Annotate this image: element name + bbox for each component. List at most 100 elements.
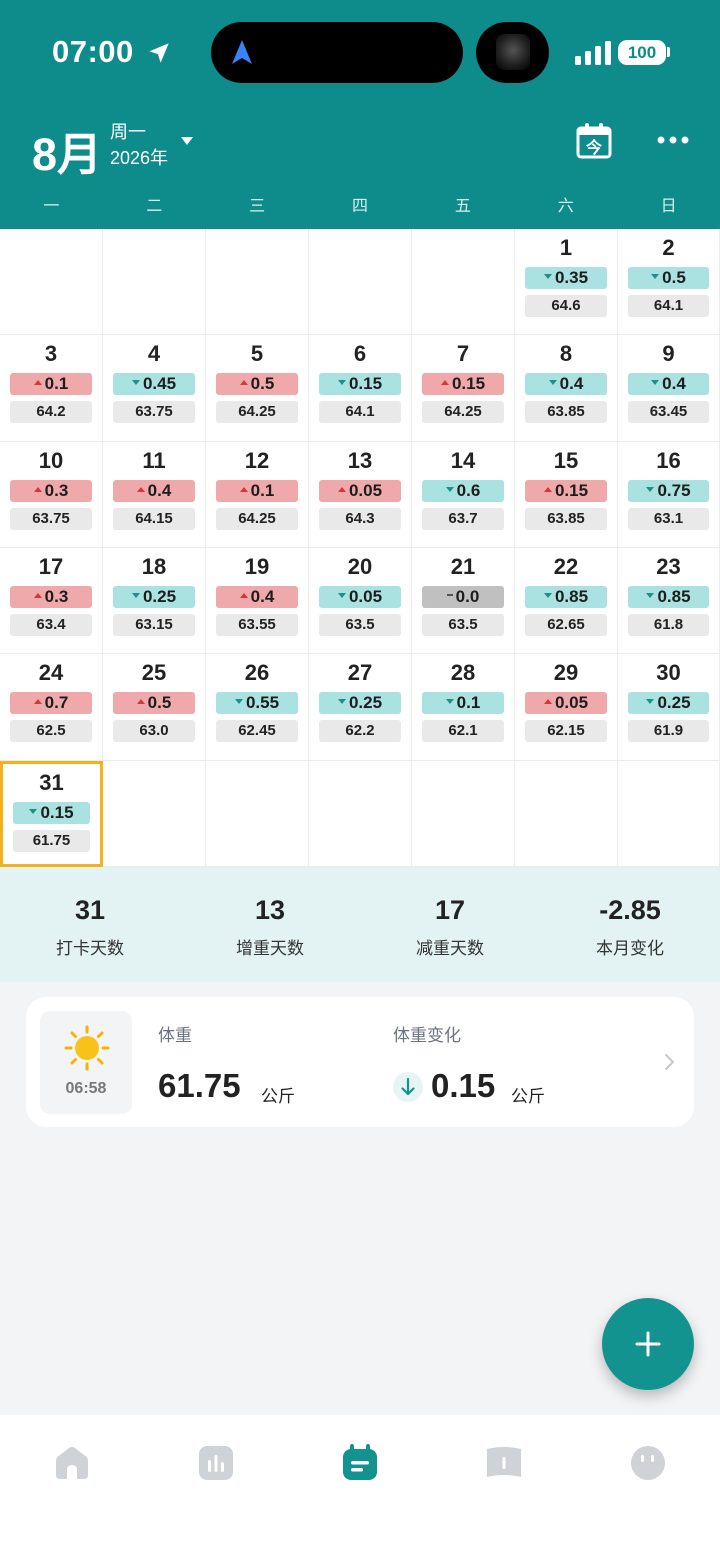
chart-icon[interactable]	[196, 1443, 236, 1483]
triangle-down-icon	[234, 699, 243, 705]
weight-record-card[interactable]: 06:58 体重 体重变化 61.75 公斤 0.15 公斤	[26, 997, 694, 1127]
day-change-value: 0.15	[348, 374, 383, 393]
calendar-grid: 1 0.35 64.6 2 0.5 64.1 3 0.1 64.2 4 0.45 63.75 5 0.5 6…	[0, 229, 720, 867]
calendar-day-27[interactable]: 27 0.25 62.2	[309, 654, 412, 761]
calendar-day-3[interactable]: 3 0.1 64.2	[0, 335, 103, 442]
chevron-right-icon[interactable]	[664, 1053, 676, 1071]
calendar-day-23[interactable]: 23 0.85 61.8	[618, 548, 720, 654]
calendar-day-1[interactable]: 1 0.35 64.6	[515, 229, 618, 335]
day-weight: 64.25	[216, 401, 298, 423]
day-number: 4	[147, 341, 161, 366]
day-change-badge: 0.4	[216, 586, 298, 608]
calendar-day-20[interactable]: 20 0.05 63.5	[309, 548, 412, 654]
weekday-thu: 四	[352, 198, 369, 215]
day-weight: 63.55	[216, 614, 298, 636]
calendar-today-icon[interactable]: 今	[575, 122, 613, 160]
calendar-day-28[interactable]: 28 0.1 62.1	[412, 654, 515, 761]
day-change-badge: 0.75	[628, 480, 709, 502]
bottom-tab-bar	[0, 1415, 720, 1564]
day-change-badge: 0.85	[628, 586, 709, 608]
calendar-day-5[interactable]: 5 0.5 64.25	[206, 335, 309, 442]
sun-icon	[64, 1025, 110, 1071]
record-time-box: 06:58	[40, 1011, 132, 1114]
calendar-icon[interactable]	[340, 1443, 380, 1483]
battery-indicator: 100	[618, 40, 666, 65]
day-change-value: 0.85	[657, 587, 691, 606]
triangle-down-icon	[548, 380, 557, 386]
day-change-badge: 0.05	[319, 586, 401, 608]
weekday-sat: 六	[557, 198, 574, 215]
calendar-day-19[interactable]: 19 0.4 63.55	[206, 548, 309, 654]
weekday-label[interactable]: 周一	[110, 118, 146, 144]
weekday-fri: 五	[454, 198, 471, 215]
add-record-button[interactable]	[602, 1298, 694, 1390]
calendar-empty-cell	[206, 761, 309, 867]
day-number: 22	[553, 554, 579, 579]
calendar-day-15[interactable]: 15 0.15 63.85	[515, 442, 618, 548]
triangle-up-icon	[33, 380, 42, 386]
day-change-badge: 0.15	[422, 373, 504, 395]
calendar-empty-cell	[515, 761, 618, 867]
calendar-day-7[interactable]: 7 0.15 64.25	[412, 335, 515, 442]
day-change-value: 0.05	[348, 481, 383, 500]
calendar-day-13[interactable]: 13 0.05 64.3	[309, 442, 412, 548]
day-number: 6	[353, 341, 367, 366]
triangle-down-icon	[646, 487, 655, 493]
calendar-day-22[interactable]: 22 0.85 62.65	[515, 548, 618, 654]
book-icon[interactable]	[484, 1443, 524, 1483]
calendar-empty-cell	[103, 761, 206, 867]
caret-down-icon[interactable]	[181, 137, 193, 145]
year-label[interactable]: 2026年	[110, 144, 168, 170]
stat-value: -2.85	[599, 895, 661, 925]
day-number: 8	[559, 341, 573, 366]
day-change-value: 0.3	[44, 587, 69, 606]
calendar-empty-cell	[618, 761, 720, 867]
day-change-value: 0.6	[456, 481, 481, 500]
day-change-badge: 0.45	[113, 373, 195, 395]
calendar-day-25[interactable]: 25 0.5 63.0	[103, 654, 206, 761]
more-icon[interactable]	[656, 133, 690, 147]
calendar-day-29[interactable]: 29 0.05 62.15	[515, 654, 618, 761]
stat-checkin-days: 31 打卡天数	[0, 867, 180, 982]
calendar-day-11[interactable]: 11 0.4 64.15	[103, 442, 206, 548]
day-change-value: 0.05	[348, 587, 383, 606]
calendar-day-9[interactable]: 9 0.4 63.45	[618, 335, 720, 442]
day-change-value: 0.45	[142, 374, 177, 393]
day-weight: 63.5	[319, 614, 401, 636]
day-change-badge: 0.6	[422, 480, 504, 502]
triangle-up-icon	[239, 487, 248, 493]
month-title[interactable]: 8月	[32, 118, 102, 183]
day-change-badge: 0.85	[525, 586, 607, 608]
home-icon[interactable]	[52, 1443, 92, 1483]
calendar-day-6[interactable]: 6 0.15 64.1	[309, 335, 412, 442]
calendar-day-10[interactable]: 10 0.3 63.75	[0, 442, 103, 548]
calendar-day-31[interactable]: 31 0.15 61.75	[0, 761, 103, 867]
day-change-value: 0.25	[348, 693, 383, 712]
calendar-day-18[interactable]: 18 0.25 63.15	[103, 548, 206, 654]
calendar-day-12[interactable]: 12 0.1 64.25	[206, 442, 309, 548]
profile-icon[interactable]	[628, 1443, 668, 1483]
day-weight: 63.5	[422, 614, 504, 636]
calendar-day-21[interactable]: 21 0.0 63.5	[412, 548, 515, 654]
day-change-badge: 0.4	[525, 373, 607, 395]
calendar-day-4[interactable]: 4 0.45 63.75	[103, 335, 206, 442]
stat-label: 增重天数	[236, 939, 304, 958]
triangle-down-icon	[337, 380, 346, 386]
calendar-day-14[interactable]: 14 0.6 63.7	[412, 442, 515, 548]
day-weight: 62.1	[422, 720, 504, 742]
day-weight: 63.75	[10, 508, 92, 530]
day-change-value: 0.3	[44, 481, 69, 500]
triangle-down-icon	[646, 699, 655, 705]
calendar-day-16[interactable]: 16 0.75 63.1	[618, 442, 720, 548]
day-number: 13	[347, 448, 373, 473]
battery-nub	[667, 47, 670, 57]
calendar-day-24[interactable]: 24 0.7 62.5	[0, 654, 103, 761]
calendar-day-17[interactable]: 17 0.3 63.4	[0, 548, 103, 654]
weekday-header-row: 一 二 三 四 五 六 日	[0, 192, 720, 216]
day-number: 29	[553, 660, 579, 685]
calendar-day-8[interactable]: 8 0.4 63.85	[515, 335, 618, 442]
calendar-day-2[interactable]: 2 0.5 64.1	[618, 229, 720, 335]
calendar-day-26[interactable]: 26 0.55 62.45	[206, 654, 309, 761]
weekday-sun: 日	[660, 198, 677, 215]
calendar-day-30[interactable]: 30 0.25 61.9	[618, 654, 720, 761]
